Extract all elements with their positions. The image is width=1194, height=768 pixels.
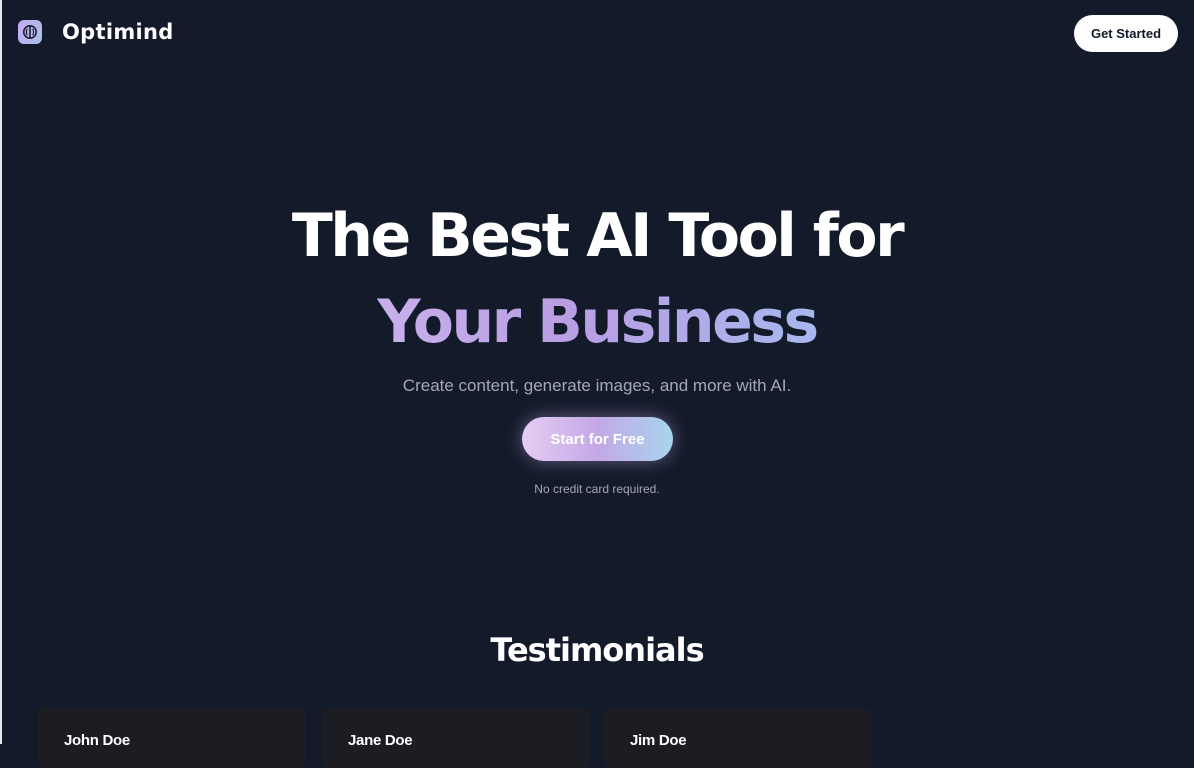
testimonial-author: Jane Doe xyxy=(348,732,413,749)
testimonial-card: Jim Doe xyxy=(604,708,872,768)
brand-logo[interactable]: Optimind xyxy=(18,20,174,44)
testimonial-author: John Doe xyxy=(64,732,130,749)
brain-logo-icon xyxy=(18,20,42,44)
hero-subtitle: Create content, generate images, and mor… xyxy=(402,376,792,395)
get-started-button[interactable]: Get Started xyxy=(1074,15,1178,52)
hero-title-line-2: Your Business xyxy=(0,282,1194,362)
start-for-free-button[interactable]: Start for Free xyxy=(522,417,673,461)
testimonial-card: John Doe xyxy=(38,708,306,768)
site-header: Optimind Get Started xyxy=(0,0,1194,66)
hero-title-highlight: Your Business xyxy=(377,287,819,357)
testimonials-heading: Testimonials xyxy=(490,631,704,669)
testimonial-card: Jane Doe xyxy=(322,708,590,768)
hero-title-line-1: The Best AI Tool for xyxy=(291,201,905,271)
testimonial-author: Jim Doe xyxy=(630,732,687,749)
brand-name: Optimind xyxy=(62,20,174,44)
cta-note: No credit card required. xyxy=(534,482,660,496)
